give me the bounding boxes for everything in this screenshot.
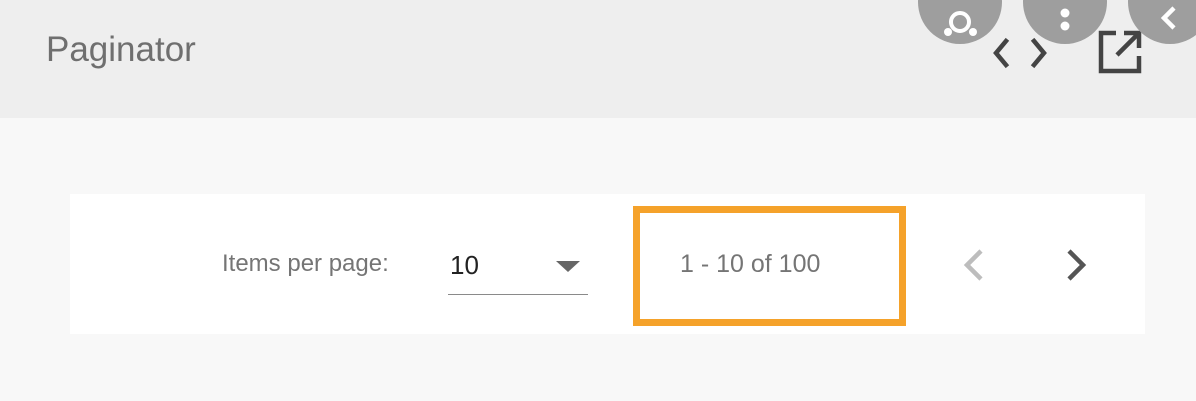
lens-icon [944,11,977,36]
paginator: Items per page: 10 1 - 10 of 100 [70,194,1145,334]
app-header: Paginator [0,0,1196,118]
page-size-value: 10 [450,250,479,280]
dropdown-arrow-icon [556,261,580,272]
next-page-button[interactable] [1047,237,1103,293]
back-icon [1160,6,1176,30]
more-vert-icon [1060,8,1070,31]
lens-button[interactable] [918,0,1002,44]
more-options-button[interactable] [1023,0,1107,44]
range-label: 1 - 10 of 100 [680,250,821,278]
page-title: Paginator [46,30,196,69]
chevron-right-icon [1067,249,1087,281]
back-button[interactable] [1128,0,1196,44]
chevron-left-icon [963,249,983,281]
previous-page-button[interactable] [947,237,1003,293]
items-per-page-label: Items per page: [222,250,389,277]
page-size-select[interactable]: 10 [448,244,588,295]
